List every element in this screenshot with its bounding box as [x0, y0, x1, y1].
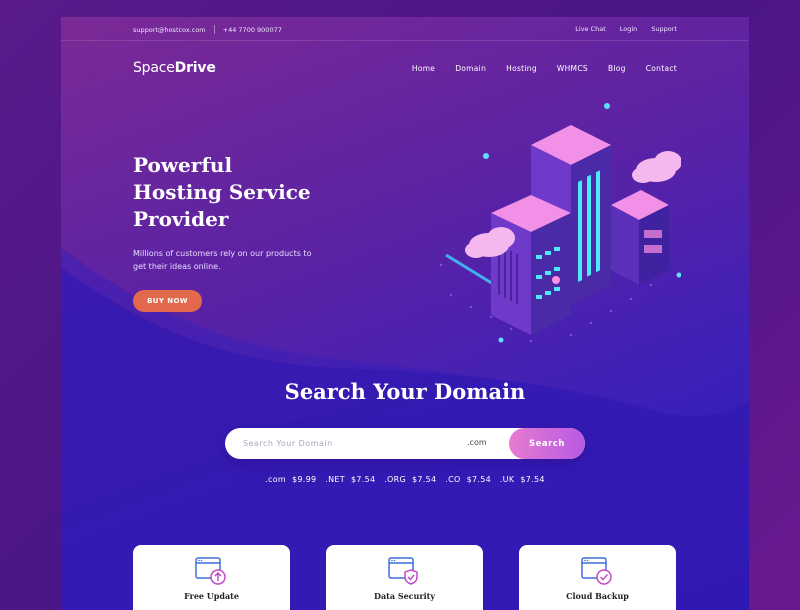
- topbar-link-login[interactable]: Login: [620, 25, 638, 33]
- page-frame: support@hostcox.com +44 7700 900077 Live…: [61, 17, 749, 610]
- hero-title: Powerful Hosting Service Provider: [133, 152, 353, 233]
- hero-subtitle: Millions of customers rely on our produc…: [133, 249, 312, 271]
- topbar-link-live-chat[interactable]: Live Chat: [575, 25, 606, 33]
- nav-contact[interactable]: Contact: [646, 64, 677, 73]
- price-tld: .UK: [499, 475, 515, 484]
- price-tld: .CO: [445, 475, 461, 484]
- nav-whmcs[interactable]: WHMCS: [557, 64, 588, 73]
- browser-shield-icon: [388, 557, 418, 585]
- domain-search-bar: .com Search: [225, 428, 585, 459]
- topbar-link-support[interactable]: Support: [651, 25, 677, 33]
- server-illustration: [439, 103, 681, 343]
- search-title: Search Your Domain: [284, 379, 526, 404]
- price-value: $7.54: [412, 475, 437, 484]
- price-value: $7.54: [350, 475, 376, 484]
- topbar-divider: [213, 25, 215, 34]
- price-tld: .NET: [325, 475, 345, 484]
- domain-search-input[interactable]: [243, 428, 443, 459]
- price-value: $7.54: [466, 475, 491, 484]
- price-tld: .ORG: [384, 475, 407, 484]
- nav-hosting[interactable]: Hosting: [506, 64, 537, 73]
- support-phone[interactable]: +44 7700 900077: [223, 26, 282, 34]
- top-bar: support@hostcox.com +44 7700 900077 Live…: [61, 17, 749, 41]
- browser-check-icon: [581, 557, 612, 585]
- feature-label: Cloud Backup: [566, 591, 629, 601]
- search-button[interactable]: Search: [509, 428, 585, 459]
- site-logo[interactable]: SpaceDrive: [133, 60, 216, 76]
- nav-home[interactable]: Home: [412, 64, 435, 73]
- hero-title-line: Provider: [133, 207, 229, 231]
- price-tld: .com: [265, 475, 287, 484]
- hero-title-line: Powerful: [133, 153, 233, 177]
- domain-prices: .com $9.99 .NET $7.54 .ORG $7.54 .CO $7.54 .…: [61, 475, 749, 484]
- logo-light: Space: [133, 60, 175, 76]
- feature-label: Free Update: [184, 591, 239, 601]
- support-email[interactable]: support@hostcox.com: [133, 26, 206, 34]
- feature-card-cloud-backup[interactable]: Cloud Backup: [519, 545, 676, 610]
- feature-label: Data Security: [374, 591, 435, 601]
- price-value: $9.99: [292, 475, 317, 484]
- logo-bold: Drive: [174, 60, 216, 76]
- browser-upload-icon: [195, 557, 226, 585]
- buy-now-button[interactable]: BUY NOW: [133, 290, 202, 312]
- feature-card-free-update[interactable]: Free Update: [133, 545, 290, 610]
- nav-blog[interactable]: Blog: [608, 64, 626, 73]
- nav-domain[interactable]: Domain: [455, 64, 486, 73]
- main-nav: Home Domain Hosting WHMCS Blog Contact: [412, 64, 677, 73]
- feature-card-data-security[interactable]: Data Security: [326, 545, 483, 610]
- price-value: $7.54: [520, 475, 545, 484]
- tld-selector[interactable]: .com: [467, 438, 487, 447]
- hero-title-line: Hosting Service: [133, 180, 311, 204]
